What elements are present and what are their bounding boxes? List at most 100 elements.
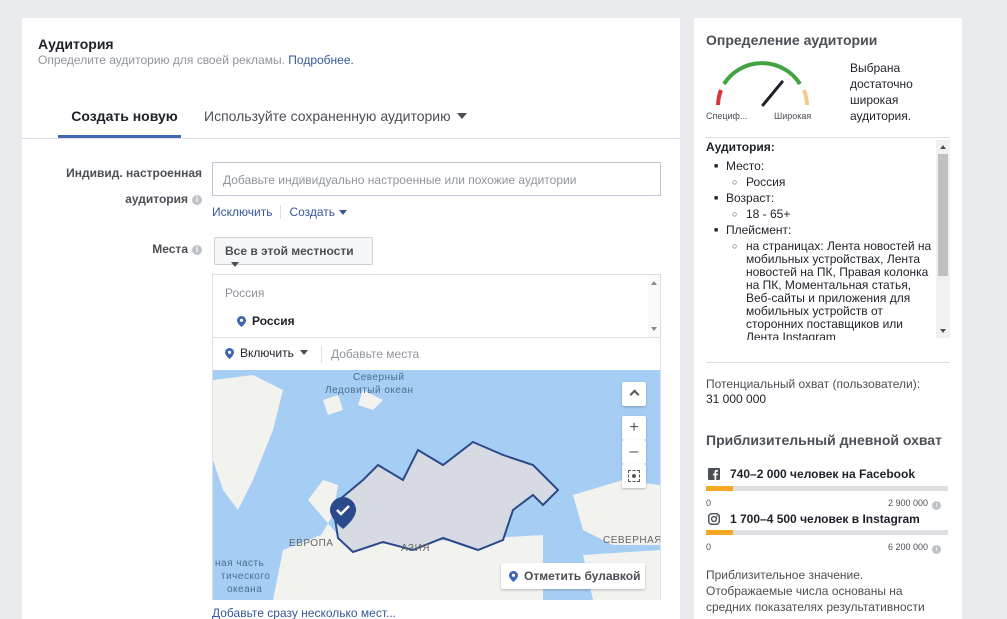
custom-audience-input[interactable]: Добавьте индивидуально настроенные или п…	[212, 162, 661, 196]
location-pin-icon	[509, 571, 518, 582]
facebook-reach-bar	[706, 486, 948, 491]
map-label-atlantic: ная часть	[215, 558, 265, 569]
custom-audience-label-line2: аудитория	[125, 192, 188, 206]
exclude-link[interactable]: Исключить	[212, 205, 272, 219]
include-dropdown[interactable]: Включить	[225, 346, 308, 360]
gauge-broad-label: Широкая	[774, 111, 812, 121]
create-link[interactable]: Создать	[289, 205, 348, 219]
facebook-reach-min: 0	[706, 498, 712, 508]
caret-down-icon	[339, 210, 348, 215]
instagram-reach-min: 0	[706, 542, 712, 552]
places-label: Места i	[122, 236, 202, 262]
zoom-in-button[interactable]: +	[622, 416, 646, 440]
info-icon[interactable]: i	[192, 194, 202, 205]
map-collapse-button[interactable]	[622, 382, 646, 406]
map-location-marker-icon[interactable]	[330, 497, 356, 529]
country-group-header: Россия	[225, 286, 265, 300]
learn-more-link[interactable]: Подробнее.	[288, 53, 354, 67]
custom-audience-actions: Исключить Создать	[212, 205, 348, 219]
caret-down-icon	[456, 113, 467, 119]
audience-definition-panel: Определение аудитории Специф... Широкая …	[694, 18, 962, 619]
instagram-reach-text: 1 700–4 500 человек в Instagram	[730, 512, 920, 526]
places-label-text: Места	[152, 242, 188, 256]
tab-use-saved-audience[interactable]: Используйте сохраненную аудиторию	[204, 108, 467, 124]
audience-summary-scrollbar[interactable]	[936, 140, 950, 338]
tab-create-new-label: Создать новую	[71, 108, 178, 124]
scroll-down-arrow-icon[interactable]	[651, 327, 657, 331]
estimate-note: Приблизительное значение. Отображаемые ч…	[706, 568, 925, 614]
divider	[706, 362, 950, 363]
map-label-ocean: Ледовитый океан	[325, 385, 414, 396]
zoom-out-button[interactable]: –	[622, 440, 646, 464]
location-list-scrollbar[interactable]	[648, 275, 660, 337]
location-pin-icon	[237, 316, 246, 327]
facebook-reach-max: 2 900 000 i	[888, 498, 942, 510]
separator	[321, 345, 322, 363]
instagram-icon	[708, 513, 720, 525]
add-places-placeholder: Добавьте места	[331, 347, 420, 361]
caret-down-icon	[299, 350, 308, 355]
selected-location-item[interactable]: Россия	[237, 314, 295, 328]
info-icon[interactable]: i	[192, 244, 202, 255]
places-scope-value: Все в этой местности	[225, 244, 354, 258]
audience-title: Аудитория	[38, 36, 114, 52]
instagram-reach-max-value: 6 200 000	[888, 542, 929, 552]
map-label-north: СЕВЕРНАЯ	[603, 535, 660, 546]
selected-location-name: Россия	[252, 314, 295, 328]
potential-reach-value: 31 000 000	[706, 392, 767, 406]
map-label-atlantic: тического	[221, 571, 271, 582]
custom-audience-label: Индивид. настроенная аудитория i	[42, 160, 202, 212]
summary-placement-value: на страницах: Лента новостей на мобильны…	[706, 240, 934, 341]
instagram-reach: 1 700–4 500 человек в Instagram	[708, 512, 920, 526]
fit-view-button[interactable]	[622, 464, 646, 488]
facebook-reach: 740–2 000 человек на Facebook	[708, 467, 915, 481]
separator	[280, 205, 282, 219]
instagram-reach-max: 6 200 000 i	[888, 542, 942, 554]
facebook-reach-max-value: 2 900 000	[888, 498, 929, 508]
location-box: Россия Россия Включить Добавьте места Се…	[212, 274, 661, 600]
summary-age-label: Возраст:	[706, 192, 934, 206]
gauge-specific-label: Специф...	[706, 111, 748, 121]
tab-use-saved-label: Используйте сохраненную аудиторию	[204, 108, 451, 124]
info-icon[interactable]: i	[932, 501, 942, 510]
selected-locations-list: Россия Россия	[213, 275, 660, 337]
scroll-up-arrow-icon[interactable]	[651, 281, 657, 285]
definition-title: Определение аудитории	[706, 32, 878, 48]
drop-pin-label: Отметить булавкой	[524, 569, 641, 583]
tab-create-new[interactable]: Создать новую	[58, 108, 181, 138]
drop-pin-button[interactable]: Отметить булавкой	[501, 563, 645, 589]
add-places-input[interactable]: Добавьте места	[331, 347, 419, 361]
gauge-description: Выбрана достаточно широкая аудитория.	[850, 61, 913, 123]
custom-audience-label-line1: Индивид. настроенная	[66, 166, 202, 180]
scrollbar-thumb[interactable]	[938, 154, 948, 276]
daily-reach-title: Приблизительный дневной охват	[706, 432, 942, 448]
map-label-ocean: Северный	[353, 372, 405, 383]
audience-summary-list: Место: Россия Возраст: 18 - 65+ Плейсмен…	[706, 160, 934, 341]
add-several-places-link[interactable]: Добавьте сразу несколько мест...	[212, 606, 396, 619]
custom-audience-placeholder: Добавьте индивидуально настроенные или п…	[223, 173, 577, 187]
location-map[interactable]: Северный Ледовитый океан ЕВРОПА АЗИЯ СЕВ…	[213, 370, 660, 600]
tab-divider	[22, 138, 680, 139]
summary-place-value: Россия	[706, 176, 934, 190]
audience-summary: Аудитория: Место: Россия Возраст: 18 - 6…	[706, 138, 950, 340]
plus-icon: +	[629, 419, 639, 436]
audience-subtitle-text: Определите аудиторию для своей рекламы.	[38, 53, 285, 67]
caret-down-icon	[231, 262, 239, 267]
info-icon[interactable]: i	[932, 545, 942, 554]
instagram-reach-bar	[706, 530, 948, 535]
summary-age-value: 18 - 65+	[706, 208, 934, 222]
audience-subtitle: Определите аудиторию для своей рекламы. …	[38, 53, 354, 67]
instagram-reach-bar-fill	[706, 530, 733, 535]
places-scope-dropdown[interactable]: Все в этой местности	[214, 237, 373, 267]
summary-placement-label: Плейсмент:	[706, 224, 934, 238]
audience-summary-header: Аудитория:	[706, 140, 775, 154]
scroll-up-arrow-icon[interactable]	[940, 145, 946, 149]
map-label-asia: АЗИЯ	[401, 543, 431, 554]
include-row: Включить Добавьте места	[213, 337, 660, 369]
map-label-atlantic: океана	[227, 584, 263, 595]
summary-place-label: Место:	[706, 160, 934, 174]
scroll-down-arrow-icon[interactable]	[940, 329, 946, 333]
facebook-icon	[708, 468, 720, 480]
location-pin-icon	[225, 348, 234, 359]
chevron-up-icon	[629, 389, 639, 400]
